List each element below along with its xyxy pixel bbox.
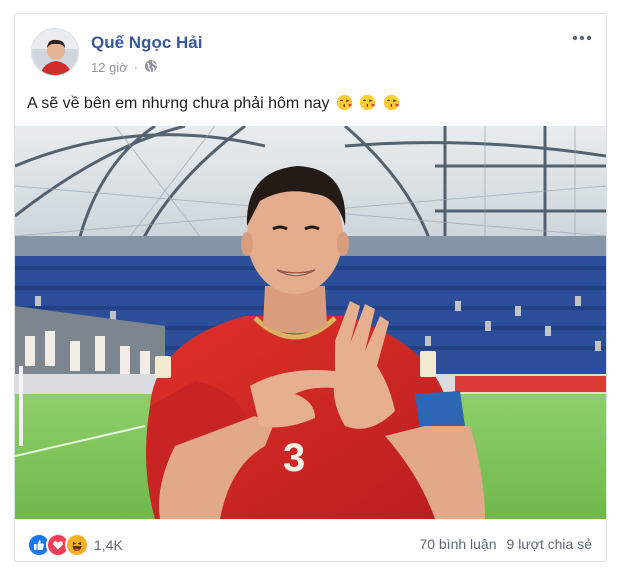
post-meta: 12 giờ · [91,59,158,76]
share-count[interactable]: 9 lượt chia sẻ [507,536,592,552]
kissing-heart-emoji [336,94,353,111]
comment-count[interactable]: 70 bình luận [419,536,496,552]
avatar[interactable] [31,28,79,76]
reaction-summary[interactable]: 1,4K [27,533,123,557]
post-timestamp[interactable]: 12 giờ [91,60,128,75]
reaction-count[interactable]: 1,4K [94,537,123,553]
dot-separator: · [133,60,139,75]
engagement-stats: 70 bình luận 9 lượt chia sẻ [419,536,592,552]
kissing-heart-emoji [360,94,376,111]
post-photo[interactable]: 3 [15,126,606,519]
post-card: Quế Ngọc Hải 12 giờ · A sẽ về bên em như… [14,13,607,562]
post-footer: 1,4K 70 bình luận 9 lượt chia sẻ [15,529,606,559]
more-options-icon[interactable] [570,28,594,48]
haha-icon[interactable] [65,533,89,557]
author-name[interactable]: Quế Ngọc Hải [91,33,202,53]
post-message: A sẽ về bên em nhưng chưa phải hôm nay [27,94,400,113]
globe-icon[interactable] [144,59,158,76]
svg-text:3: 3 [283,436,305,480]
kissing-heart-emoji [383,94,400,111]
post-text: A sẽ về bên em nhưng chưa phải hôm nay [27,95,330,112]
